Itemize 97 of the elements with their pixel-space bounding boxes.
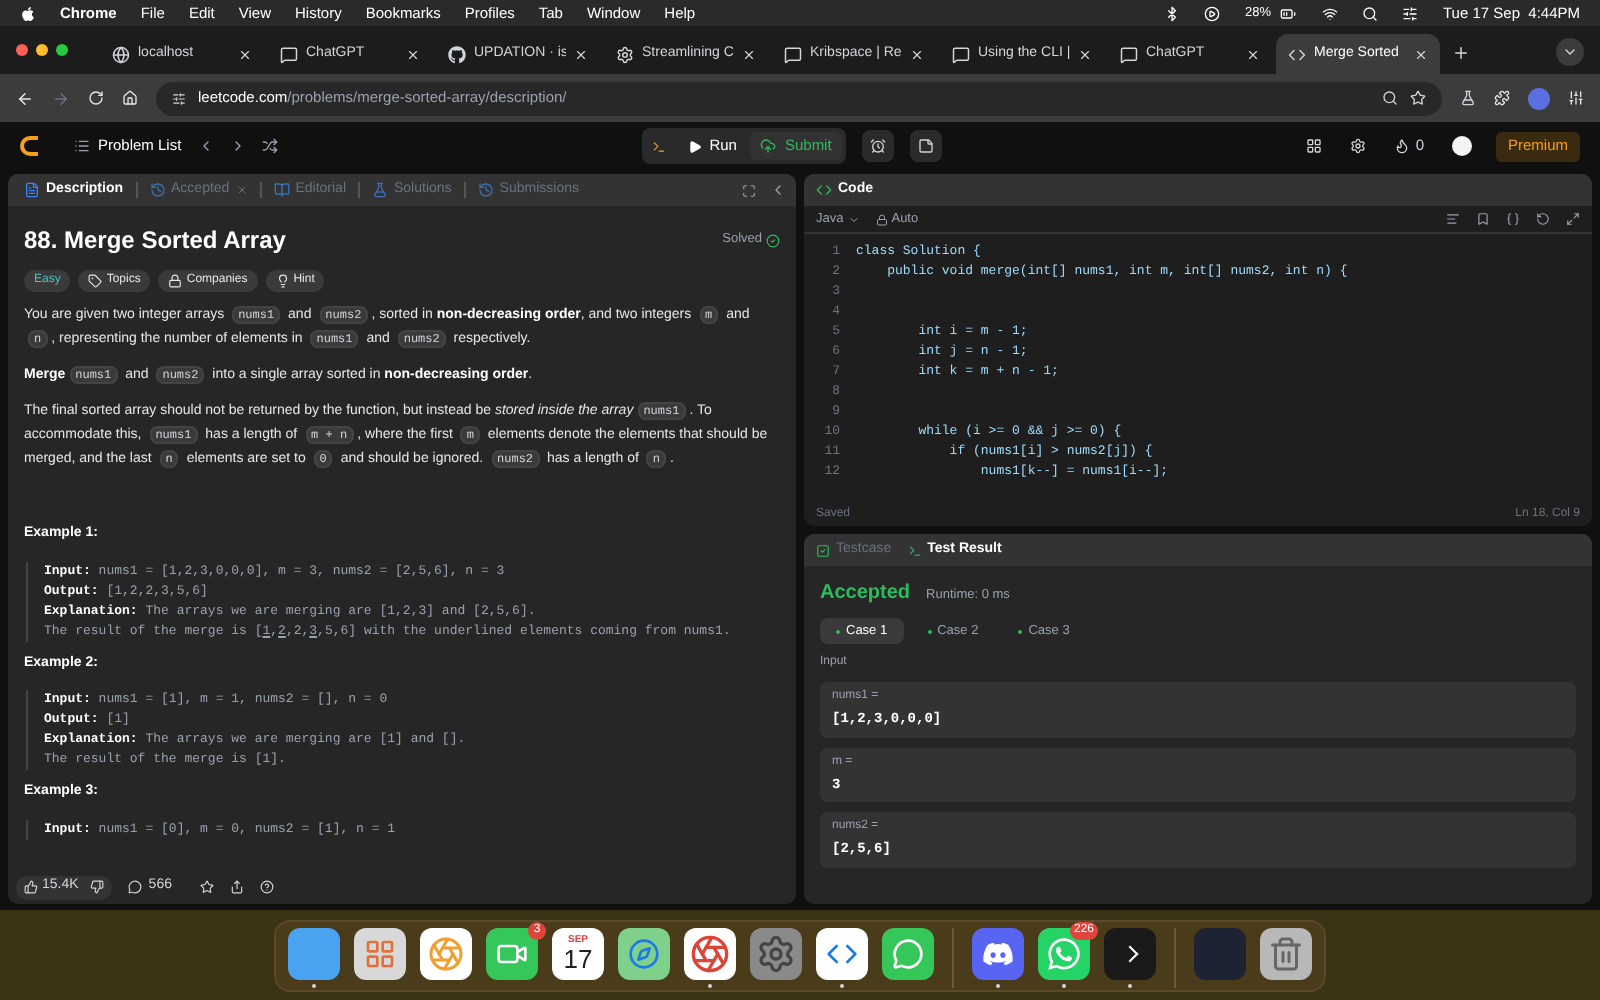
video-camera-icon[interactable] (486, 927, 538, 979)
star-icon (199, 880, 214, 894)
code-icon (816, 182, 832, 198)
close-icon (742, 47, 756, 61)
timer-button[interactable] (861, 130, 894, 162)
gear-icon (616, 45, 634, 63)
close-icon (910, 47, 924, 61)
search-icon (1382, 90, 1398, 106)
bookmark-icon (1476, 212, 1490, 226)
chat-icon (1120, 45, 1138, 63)
apple-icon (20, 5, 36, 21)
code-editor-icon[interactable] (816, 927, 868, 979)
forward-icon (52, 89, 70, 107)
history-icon (477, 182, 494, 198)
expand-icon (742, 183, 756, 197)
maps-icon[interactable] (618, 927, 670, 979)
messages-icon[interactable] (882, 927, 934, 979)
close-icon (574, 47, 588, 61)
github-icon (448, 45, 466, 63)
list-icon (74, 138, 90, 154)
chat-icon (280, 45, 298, 63)
problem-title: 88. Merge Sorted Array (24, 224, 286, 258)
lock-icon (168, 274, 183, 288)
play-circle-icon (1204, 5, 1221, 21)
extensions-icon (1494, 90, 1510, 106)
braces-icon (1506, 212, 1520, 226)
wifi-icon (1322, 5, 1339, 21)
settings-icon[interactable] (750, 927, 802, 979)
terminal-icon (907, 543, 922, 557)
alarm-clock-icon (869, 138, 886, 154)
site-settings-icon (172, 91, 186, 105)
calendar-day: 17 (563, 945, 593, 971)
home-icon (122, 90, 138, 106)
lightbulb-icon (275, 274, 290, 288)
window-thumbnail[interactable] (1194, 927, 1246, 979)
logo-icon[interactable] (20, 136, 38, 156)
star-icon (1410, 90, 1426, 106)
history-icon (149, 182, 166, 198)
reload-icon (88, 90, 104, 106)
settings-icon (1349, 138, 1366, 154)
chrome-icon[interactable] (684, 927, 736, 979)
collapse-icon (770, 182, 786, 198)
back-icon (16, 89, 34, 107)
launchpad-icon[interactable] (354, 927, 406, 979)
tag-icon (88, 274, 103, 288)
flask-icon (1460, 90, 1476, 106)
document-icon (24, 182, 40, 198)
close-icon (1414, 47, 1428, 61)
close-icon (406, 47, 420, 61)
comment-icon (128, 880, 143, 894)
share-icon (229, 880, 244, 894)
avatar[interactable] (1452, 136, 1472, 156)
close-icon (238, 47, 252, 61)
new-tab-icon (1452, 44, 1470, 62)
format-icon (1446, 212, 1460, 226)
cloud-upload-icon (760, 138, 777, 154)
menu-icon (1568, 90, 1584, 106)
flask-icon (372, 182, 388, 198)
flame-icon (1393, 138, 1410, 154)
notes-button[interactable] (909, 130, 942, 162)
expand-icon (1566, 212, 1580, 226)
chat-icon (952, 45, 970, 63)
dislike-icon (90, 880, 105, 894)
thumbs-up-icon (24, 880, 38, 894)
battery-icon (1278, 5, 1299, 21)
trash-icon[interactable] (1260, 927, 1312, 979)
chat-icon (784, 45, 802, 63)
photos-icon[interactable] (420, 927, 472, 979)
verdict: Accepted (820, 580, 911, 608)
play-icon (687, 139, 702, 153)
checkbox-icon (816, 543, 830, 557)
bluetooth-icon (1164, 5, 1181, 21)
note-icon (917, 138, 934, 154)
close-icon (1246, 47, 1260, 61)
close-icon (1078, 47, 1092, 61)
check-circle-icon (766, 233, 780, 247)
lock-icon (875, 213, 888, 225)
shuffle-icon (261, 138, 278, 154)
zoom-window-icon[interactable] (56, 44, 68, 56)
chevron-down-icon (847, 213, 860, 225)
code-icon (1288, 45, 1306, 63)
terminal-icon (652, 139, 667, 153)
globe-icon (112, 45, 130, 63)
search-icon (1362, 5, 1379, 21)
finder-icon[interactable] (288, 927, 340, 979)
close-window-icon[interactable] (16, 44, 28, 56)
control-center-icon (1402, 5, 1419, 21)
reset-icon (1536, 212, 1550, 226)
book-icon (273, 182, 290, 198)
whatsapp-icon[interactable] (1038, 927, 1090, 979)
minimize-window-icon[interactable] (36, 44, 48, 56)
help-icon (259, 880, 274, 894)
close-icon (235, 184, 248, 196)
chevron-down-icon (1562, 44, 1578, 60)
layout-icon (1305, 138, 1322, 154)
discord-icon[interactable] (972, 927, 1024, 979)
tab-search-button[interactable] (1556, 38, 1584, 66)
